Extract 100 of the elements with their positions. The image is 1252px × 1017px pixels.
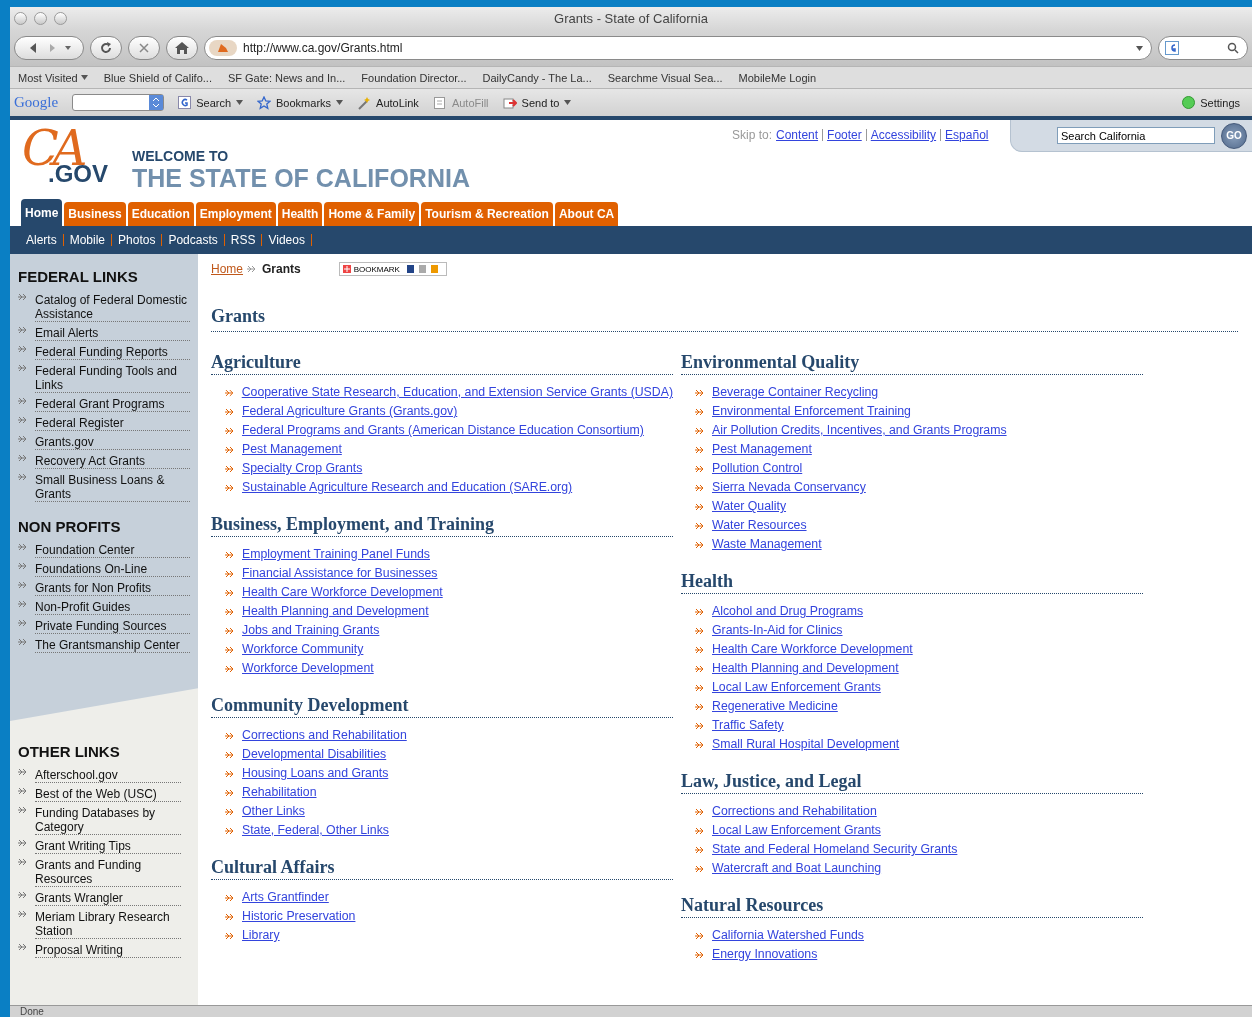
sidebar-link[interactable]: Federal Funding Reports <box>35 345 190 360</box>
bookmark-link[interactable]: Blue Shield of Califo... <box>103 71 212 84</box>
grant-link[interactable]: Waste Management <box>712 537 822 552</box>
grant-link[interactable]: Jobs and Training Grants <box>242 623 380 638</box>
grant-link[interactable]: Watercraft and Boat Launching <box>712 861 882 876</box>
grant-link[interactable]: Federal Programs and Grants (American Distance Education Consortium) <box>242 423 644 438</box>
sidebar-link[interactable]: Grants.gov <box>35 435 190 450</box>
sidebar-link[interactable]: Proposal Writing <box>35 943 181 958</box>
grant-link[interactable]: Housing Loans and Grants <box>242 766 389 781</box>
grant-link[interactable]: Alcohol and Drug Programs <box>712 604 864 619</box>
sidebar-link[interactable]: Grants and Funding Resources <box>35 858 181 887</box>
back-forward-button[interactable] <box>14 36 84 60</box>
window-control-button[interactable] <box>34 12 47 25</box>
sidebar-link[interactable]: Meriam Library Research Station <box>35 910 181 939</box>
grant-link[interactable]: Local Law Enforcement Grants <box>712 823 881 838</box>
subnav-link[interactable]: Podcasts <box>168 233 218 247</box>
toolbar-button[interactable]: AutoLink <box>357 95 419 110</box>
window-control-button[interactable] <box>14 12 27 25</box>
nav-tab[interactable]: Home & Family <box>324 202 420 226</box>
sidebar-link[interactable]: Grants Wrangler <box>35 891 181 906</box>
grant-link[interactable]: State and Federal Homeland Security Grants <box>712 842 958 857</box>
nav-tab[interactable]: Tourism & Recreation <box>421 202 553 226</box>
sidebar-link[interactable]: Federal Funding Tools and Links <box>35 364 190 393</box>
search-field[interactable]: Search California <box>1057 127 1215 144</box>
bookmark-link[interactable]: Foundation Director... <box>361 71 467 84</box>
subnav-link[interactable]: RSS <box>230 233 256 247</box>
sidebar-link[interactable]: Small Business Loans & Grants <box>35 473 190 502</box>
grant-link[interactable]: Corrections and Rehabilitation <box>712 804 877 819</box>
grant-link[interactable]: Pest Management <box>712 442 812 457</box>
grant-link[interactable]: Small Rural Hospital Development <box>712 737 900 752</box>
grant-link[interactable]: Health Care Workforce Development <box>712 642 913 657</box>
grant-link[interactable]: Historic Preservation <box>242 909 356 924</box>
grant-link[interactable]: Rehabilitation <box>242 785 317 800</box>
grant-link[interactable]: Environmental Enforcement Training <box>712 404 911 419</box>
sidebar-link[interactable]: Grant Writing Tips <box>35 839 181 854</box>
grant-link[interactable]: Developmental Disabilities <box>242 747 387 762</box>
sidebar-link[interactable]: Recovery Act Grants <box>35 454 190 469</box>
window-control-button[interactable] <box>54 12 67 25</box>
toolbar-button[interactable]: Send to <box>502 95 572 110</box>
bookmark-link[interactable]: Searchme Visual Sea... <box>607 71 723 84</box>
grant-link[interactable]: Sierra Nevada Conservancy <box>712 480 866 495</box>
home-button[interactable] <box>166 36 198 60</box>
sidebar-link[interactable]: Best of the Web (USC) <box>35 787 181 802</box>
grant-link[interactable]: Cooperative State Research, Education, and Extension Service Grants (USDA) <box>241 385 673 400</box>
grant-link[interactable]: Health Planning and Development <box>712 661 899 676</box>
grant-link[interactable]: Pest Management <box>242 442 342 457</box>
grant-link[interactable]: Specialty Crop Grants <box>242 461 363 476</box>
grant-link[interactable]: Energy Innovations <box>712 947 818 962</box>
sidebar-link[interactable]: Email Alerts <box>35 326 190 341</box>
nav-tab[interactable]: Employment <box>195 202 276 226</box>
nav-tab[interactable]: About CA <box>554 202 619 226</box>
sidebar-link[interactable]: Non-Profit Guides <box>35 600 190 615</box>
nav-tab[interactable]: Business <box>64 202 126 226</box>
bookmark-link[interactable]: MobileMe Login <box>738 71 817 84</box>
grant-link[interactable]: Other Links <box>242 804 305 819</box>
sidebar-link[interactable]: Federal Register <box>35 416 190 431</box>
grant-link[interactable]: Local Law Enforcement Grants <box>712 680 881 695</box>
bookmark-link[interactable]: DailyCandy - The La... <box>482 71 592 84</box>
grant-link[interactable]: Health Planning and Development <box>242 604 429 619</box>
subnav-link[interactable]: Photos <box>118 233 156 247</box>
breadcrumb-link[interactable]: Home <box>211 262 243 276</box>
sidebar-link[interactable]: Private Funding Sources <box>35 619 190 634</box>
grant-link[interactable]: Arts Grantfinder <box>242 890 329 905</box>
sidebar-link[interactable]: The Grantsmanship Center <box>35 638 190 653</box>
grant-link[interactable]: Traffic Safety <box>712 718 784 733</box>
site-logo[interactable]: CA .GOV <box>22 126 122 190</box>
grant-link[interactable]: Air Pollution Credits, Incentives, and Grants Programs <box>712 423 1007 438</box>
sidebar-link[interactable]: Foundations On-Line <box>35 562 190 577</box>
nav-tab[interactable]: Home <box>21 199 63 226</box>
grant-link[interactable]: Water Quality <box>712 499 787 514</box>
grant-link[interactable]: Regenerative Medicine <box>712 699 838 714</box>
subnav-link[interactable]: Alerts <box>26 233 57 247</box>
subnav-link[interactable]: Videos <box>268 233 305 247</box>
sidebar-link[interactable]: Foundation Center <box>35 543 190 558</box>
toolbar-button[interactable]: Search <box>178 96 244 109</box>
search-field[interactable] <box>72 94 165 111</box>
grant-link[interactable]: Grants-In-Aid for Clinics <box>712 623 843 638</box>
url-field[interactable]: http://www.ca.gov/Grants.html <box>204 36 1152 60</box>
search-field[interactable] <box>1158 36 1248 60</box>
grant-link[interactable]: Corrections and Rehabilitation <box>242 728 407 743</box>
skip-link[interactable]: Footer <box>827 128 862 142</box>
sidebar-link[interactable]: Funding Databases by Category <box>35 806 181 835</box>
sidebar-link[interactable]: Catalog of Federal Domestic Assistance <box>35 293 190 322</box>
skip-link[interactable]: Content <box>776 128 819 142</box>
grant-link[interactable]: Sustainable Agriculture Research and Education (SARE.org) <box>242 480 573 495</box>
grant-link[interactable]: Federal Agriculture Grants (Grants.gov) <box>242 404 458 419</box>
sidebar-link[interactable]: Federal Grant Programs <box>35 397 190 412</box>
skip-link[interactable]: Español <box>945 128 989 142</box>
grant-link[interactable]: Pollution Control <box>712 461 803 476</box>
grant-link[interactable]: Employment Training Panel Funds <box>242 547 430 562</box>
grant-link[interactable]: Financial Assistance for Businesses <box>242 566 438 581</box>
grant-link[interactable]: Workforce Development <box>242 661 374 676</box>
grant-link[interactable]: Water Resources <box>712 518 807 533</box>
bookmark-link[interactable]: Most Visited <box>18 71 88 84</box>
bookmark-button[interactable]: BOOKMARK <box>338 262 447 276</box>
subnav-link[interactable]: Mobile <box>69 233 106 247</box>
grant-link[interactable]: Health Care Workforce Development <box>242 585 443 600</box>
nav-tab[interactable]: Education <box>127 202 194 226</box>
bookmark-link[interactable]: SF Gate: News and In... <box>227 71 346 84</box>
toolbar-button[interactable]: Bookmarks <box>257 95 344 110</box>
